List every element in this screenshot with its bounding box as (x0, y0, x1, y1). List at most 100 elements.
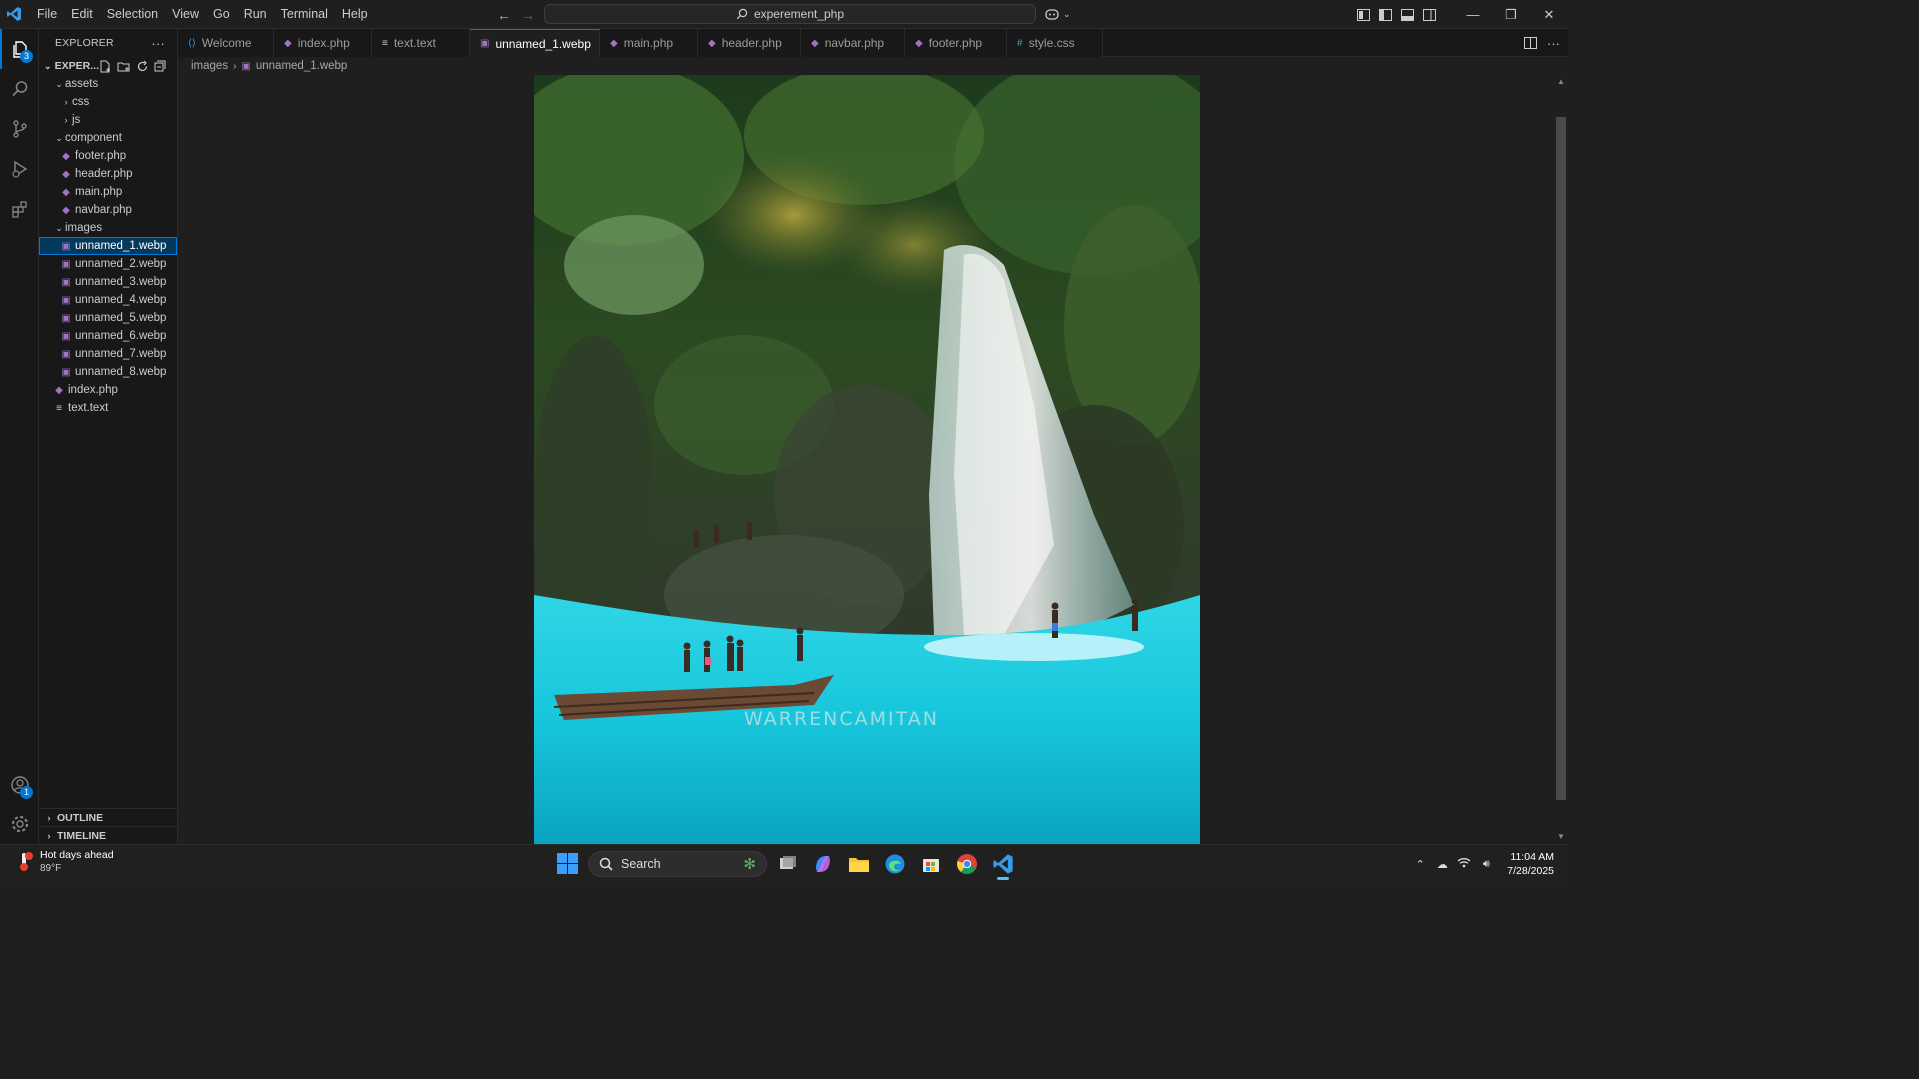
volume-icon[interactable]: 🔊︎ (1475, 858, 1497, 871)
tree-item[interactable]: › js (39, 111, 177, 129)
tree-item[interactable]: ≡ text.text (39, 399, 177, 417)
tree-item-label: js (72, 114, 81, 126)
chevron-right-icon: › (64, 97, 68, 107)
workspace-root[interactable]: ⌄ EXPER... (39, 57, 177, 75)
tab-label: unnamed_1.webp (495, 36, 591, 51)
collapse-all-icon[interactable] (154, 60, 167, 73)
breadcrumb-folder[interactable]: images (191, 60, 228, 72)
clock[interactable]: 11:04 AM 7/28/2025 (1497, 850, 1568, 878)
accounts-activity[interactable]: 1 (0, 765, 39, 805)
forward-arrow-icon[interactable]: → (520, 7, 536, 23)
tree-item[interactable]: ▣ unnamed_2.webp (39, 255, 177, 273)
menu-help[interactable]: Help (335, 0, 375, 29)
manage-activity[interactable] (0, 804, 39, 844)
copilot-menu[interactable]: ⌄ (1044, 5, 1074, 23)
tree-item[interactable]: ▣ unnamed_1.webp (39, 237, 177, 255)
toggle-secondary-sidebar-icon[interactable] (1418, 0, 1440, 29)
tree-item[interactable]: ◆ main.php (39, 183, 177, 201)
editor-tab[interactable]: ◆ main.php (600, 29, 698, 57)
tree-item[interactable]: ⌄ images (39, 219, 177, 237)
tree-item[interactable]: ▣ unnamed_7.webp (39, 345, 177, 363)
menu-run[interactable]: Run (237, 0, 274, 29)
tab-label: main.php (623, 36, 674, 50)
tree-item[interactable]: ◆ index.php (39, 381, 177, 399)
menu-selection[interactable]: Selection (100, 0, 165, 29)
tree-item-label: images (65, 222, 103, 234)
tree-item[interactable]: › css (39, 93, 177, 111)
tree-item[interactable]: ▣ unnamed_3.webp (39, 273, 177, 291)
tree-item[interactable]: ▣ unnamed_8.webp (39, 363, 177, 381)
vertical-scrollbar[interactable] (1556, 117, 1566, 800)
file-explorer-app[interactable] (847, 852, 871, 876)
menu-view[interactable]: View (165, 0, 206, 29)
new-file-icon[interactable] (99, 60, 112, 73)
image-file-icon: ▣ (61, 294, 71, 306)
menu-terminal[interactable]: Terminal (274, 0, 335, 29)
taskbar-search[interactable]: Search ✻ (588, 851, 767, 877)
timeline-section[interactable]: › TIMELINE (39, 826, 178, 844)
tree-item[interactable]: ◆ header.php (39, 165, 177, 183)
customize-layout-icon[interactable] (1352, 0, 1374, 29)
source-control-activity[interactable] (0, 109, 39, 149)
edge-app[interactable] (883, 852, 907, 876)
refresh-icon[interactable] (136, 60, 149, 73)
tree-item[interactable]: ◆ footer.php (39, 147, 177, 165)
command-center[interactable]: experement_php (544, 4, 1036, 24)
editor-tab[interactable]: ◆ navbar.php (801, 29, 905, 57)
close-icon[interactable]: ✕ (1530, 0, 1568, 29)
php-icon: ◆ (284, 37, 292, 49)
start-button[interactable] (557, 853, 578, 877)
editor-tab[interactable]: ⟨⟩ Welcome (178, 29, 274, 57)
toggle-primary-sidebar-icon[interactable] (1374, 0, 1396, 29)
editor-tabs: ⟨⟩ Welcome ◆ index.php ≡ text.text ▣ unnamed_1.… (178, 29, 1568, 57)
tree-item[interactable]: ⌄ assets (39, 75, 177, 93)
tree-item[interactable]: ⌄ component (39, 129, 177, 147)
text-file-icon: ≡ (382, 37, 388, 49)
editor-tab[interactable]: ◆ index.php (274, 29, 372, 57)
scroll-up-arrow-icon[interactable]: ▲ (1557, 77, 1565, 86)
editor-tab[interactable]: ≡ text.text (372, 29, 470, 57)
tree-item[interactable]: ▣ unnamed_5.webp (39, 309, 177, 327)
vscode-taskbar-app[interactable] (991, 852, 1015, 880)
chrome-app[interactable] (955, 852, 979, 876)
split-editor-icon[interactable] (1524, 37, 1537, 49)
vscode-icon: ⟨⟩ (188, 37, 196, 49)
waterfall-image[interactable]: WARRENCAMITAN (534, 75, 1200, 844)
minimize-icon[interactable]: — (1454, 0, 1492, 29)
menu-file[interactable]: File (30, 0, 64, 29)
search-icon (11, 81, 27, 97)
new-folder-icon[interactable] (117, 60, 131, 73)
toggle-panel-icon[interactable] (1396, 0, 1418, 29)
tree-item[interactable]: ▣ unnamed_6.webp (39, 327, 177, 345)
more-actions-icon[interactable]: ··· (1547, 36, 1560, 51)
tree-item[interactable]: ▣ unnamed_4.webp (39, 291, 177, 309)
search-activity[interactable] (0, 69, 39, 109)
restore-icon[interactable]: ❐ (1492, 0, 1530, 29)
tree-item[interactable]: ◆ navbar.php (39, 201, 177, 219)
store-app[interactable] (919, 852, 943, 876)
more-actions-icon[interactable]: ··· (151, 36, 165, 51)
extensions-activity[interactable] (0, 189, 39, 229)
menu-go[interactable]: Go (206, 0, 237, 29)
chevron-up-icon[interactable]: ⌃ (1409, 858, 1431, 871)
wifi-icon[interactable] (1453, 857, 1475, 871)
weather-widget[interactable]: Hot days ahead 89°F (14, 849, 114, 875)
outline-section[interactable]: › OUTLINE (39, 808, 178, 826)
editor-tab[interactable]: # style.css (1007, 29, 1103, 57)
editor-tab[interactable]: ▣unnamed_1.webp✕ (470, 29, 612, 57)
scroll-down-arrow-icon[interactable]: ▼ (1557, 832, 1565, 841)
run-debug-icon (11, 160, 27, 178)
php-icon: ◆ (708, 37, 716, 49)
copilot-app[interactable] (811, 852, 835, 876)
back-arrow-icon[interactable]: ← (496, 7, 512, 23)
run-debug-activity[interactable] (0, 149, 39, 189)
search-icon (736, 8, 748, 20)
menu-edit[interactable]: Edit (64, 0, 100, 29)
tree-item-label: footer.php (75, 150, 127, 162)
explorer-activity[interactable]: 3 (0, 29, 39, 69)
editor-tab[interactable]: ◆ footer.php (905, 29, 1007, 57)
breadcrumb-file[interactable]: unnamed_1.webp (256, 60, 347, 72)
cloud-off-icon[interactable]: ☁ (1431, 858, 1453, 871)
task-view-button[interactable] (776, 852, 800, 876)
editor-tab[interactable]: ◆ header.php (698, 29, 801, 57)
